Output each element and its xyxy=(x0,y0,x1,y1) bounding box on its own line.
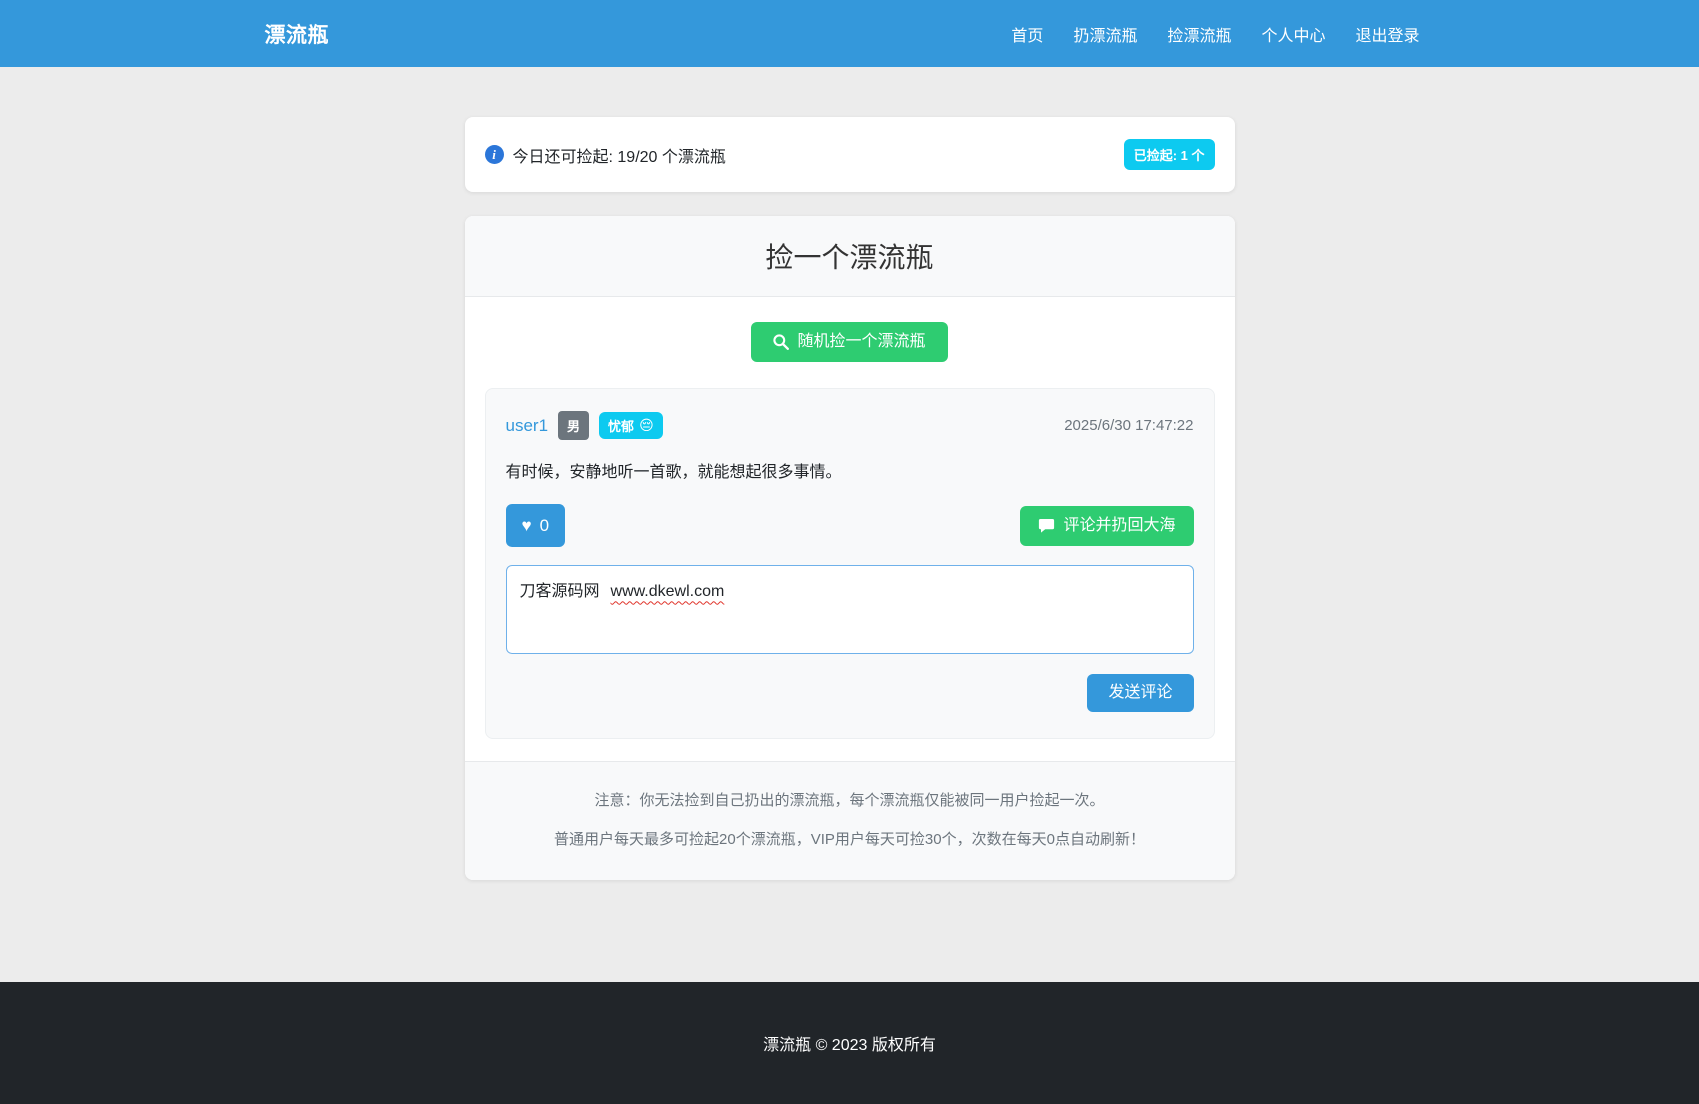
bottle-username[interactable]: user1 xyxy=(506,416,549,436)
pick-bottle-card: 捡一个漂流瓶 随机捡一个漂流瓶 user1 男 忧郁 😔 2025/6/30 1… xyxy=(464,216,1235,881)
comment-text: 刀客源码网 xyxy=(519,583,600,601)
bottle-card: user1 男 忧郁 😔 2025/6/30 17:47:22 有时候，安静地听… xyxy=(484,388,1215,740)
send-row: 发送评论 xyxy=(506,674,1194,713)
mood-badge: 忧郁 😔 xyxy=(599,412,663,439)
nav-item-profile[interactable]: 个人中心 xyxy=(1246,12,1340,56)
bottle-message: 有时候，安静地听一首歌，就能想起很多事情。 xyxy=(505,464,842,481)
mood-label: 忧郁 xyxy=(608,419,635,434)
random-pick-label: 随机捡一个漂流瓶 xyxy=(797,333,926,350)
nav-links: 首页 扔漂流瓶 捡漂流瓶 个人中心 退出登录 xyxy=(996,12,1434,56)
page-container: i 今日还可捡起: 19/20 个漂流瓶 已捡起: 1 个 捡一个漂流瓶 随机捡… xyxy=(450,117,1250,881)
picked-count-badge: 已捡起: 1 个 xyxy=(1123,139,1215,170)
nav-item-throw-bottle[interactable]: 扔漂流瓶 xyxy=(1058,12,1152,56)
page-footer: 漂流瓶 © 2023 版权所有 xyxy=(0,982,1699,1104)
nav-item-logout[interactable]: 退出登录 xyxy=(1340,12,1434,56)
comment-throw-back-label: 评论并扔回大海 xyxy=(1063,516,1176,534)
comment-throw-back-button[interactable]: 评论并扔回大海 xyxy=(1020,505,1194,546)
brand[interactable]: 漂流瓶 xyxy=(265,19,330,49)
bottle-timestamp: 2025/6/30 17:47:22 xyxy=(1064,417,1194,434)
speech-bubble-icon xyxy=(1038,518,1055,534)
nav-item-pick-bottle[interactable]: 捡漂流瓶 xyxy=(1152,12,1246,56)
info-icon: i xyxy=(484,145,504,164)
card-header: 捡一个漂流瓶 xyxy=(464,216,1235,297)
copyright-text: 漂流瓶 © 2023 版权所有 xyxy=(763,1037,936,1054)
page-title: 捡一个漂流瓶 xyxy=(765,242,934,273)
comment-input[interactable]: 刀客源码网 www.dkewl.com xyxy=(505,565,1194,655)
gender-badge: 男 xyxy=(558,411,590,440)
quota-text: 今日还可捡起: 19/20 个漂流瓶 xyxy=(512,148,726,166)
heart-icon: ♥ xyxy=(521,516,532,536)
bottle-header: user1 男 忧郁 😔 2025/6/30 17:47:22 xyxy=(506,411,1194,440)
send-comment-button[interactable]: 发送评论 xyxy=(1087,674,1194,713)
note-line-1: 注意：你无法捡到自己扔出的漂流瓶，每个漂流瓶仅能被同一用户捡起一次。 xyxy=(594,792,1105,810)
quota-text-group: i 今日还可捡起: 19/20 个漂流瓶 xyxy=(484,143,726,167)
pensive-emoji-icon: 😔 xyxy=(639,417,654,433)
card-body: 随机捡一个漂流瓶 user1 男 忧郁 😔 2025/6/30 17:47:22… xyxy=(465,297,1235,761)
bottle-actions: ♥ 0 评论并扔回大海 xyxy=(505,504,1194,548)
main-content: i 今日还可捡起: 19/20 个漂流瓶 已捡起: 1 个 捡一个漂流瓶 随机捡… xyxy=(0,67,1699,982)
like-button[interactable]: ♥ 0 xyxy=(505,504,566,548)
rules-footer: 注意：你无法捡到自己扔出的漂流瓶，每个漂流瓶仅能被同一用户捡起一次。 普通用户每… xyxy=(464,761,1235,881)
note-line-2: 普通用户每天最多可捡起20个漂流瓶，VIP用户每天可捡30个，次数在每天0点自动… xyxy=(554,831,1145,849)
comment-url-text: www.dkewl.com xyxy=(610,583,725,601)
quota-alert-card: i 今日还可捡起: 19/20 个漂流瓶 已捡起: 1 个 xyxy=(464,117,1235,192)
search-icon xyxy=(773,334,790,350)
navbar: 漂流瓶 首页 扔漂流瓶 捡漂流瓶 个人中心 退出登录 xyxy=(0,0,1699,67)
random-pick-button[interactable]: 随机捡一个漂流瓶 xyxy=(751,322,948,362)
like-count: 0 xyxy=(539,516,550,535)
nav-item-home[interactable]: 首页 xyxy=(996,12,1058,56)
